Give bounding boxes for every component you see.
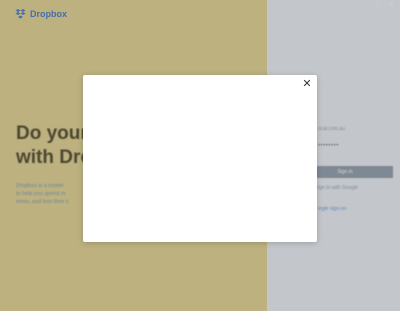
- password-field[interactable]: ••••••••: [318, 143, 339, 149]
- minimize-button[interactable]: −: [364, 2, 368, 10]
- app-header: Dropbox: [15, 9, 67, 19]
- hero-headline: Do your with Dro: [16, 123, 92, 168]
- window-close-button[interactable]: ✕: [389, 2, 394, 10]
- modal-dialog: ✕: [83, 75, 317, 242]
- close-icon[interactable]: ✕: [301, 78, 313, 90]
- sso-link[interactable]: ingle sign-on: [318, 206, 346, 212]
- google-sign-in-link[interactable]: Sign in with Google: [315, 185, 358, 191]
- brand-name: Dropbox: [30, 9, 67, 19]
- email-display: ocal.com.au: [318, 126, 345, 132]
- maximize-button[interactable]: □: [376, 2, 380, 10]
- window-controls: − □ ✕: [364, 2, 394, 10]
- dropbox-logo-icon: [15, 9, 26, 19]
